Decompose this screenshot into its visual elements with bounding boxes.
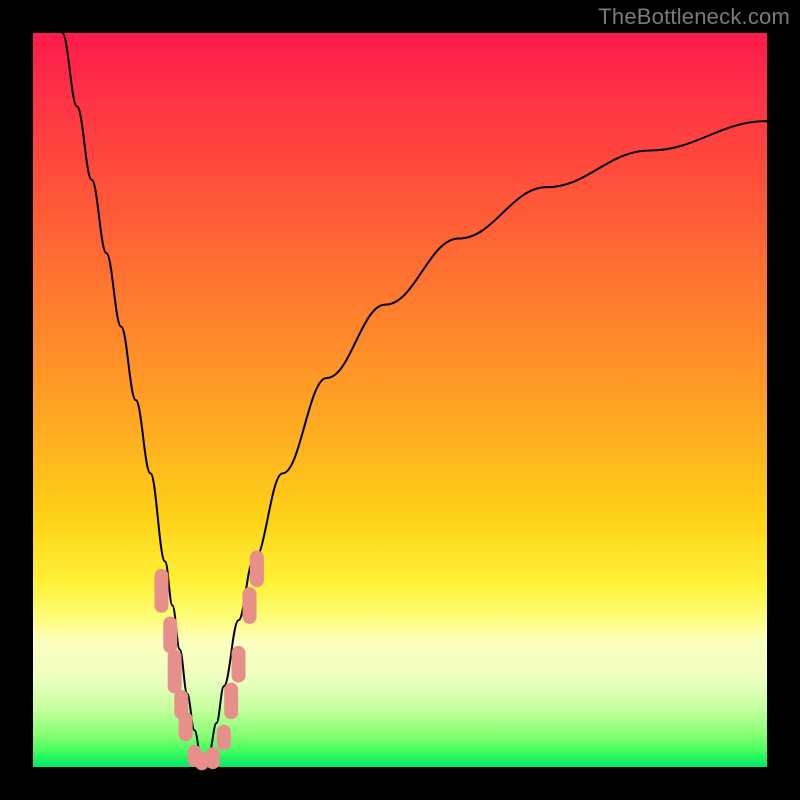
curve-marker: [154, 569, 168, 613]
watermark-text: TheBottleneck.com: [598, 4, 790, 30]
curve-marker: [232, 646, 246, 683]
chart-frame: TheBottleneck.com: [0, 0, 800, 800]
chart-svg: [33, 33, 767, 767]
curve-marker: [168, 650, 182, 694]
curve-marker: [224, 683, 238, 720]
curve-marker: [243, 587, 257, 624]
curve-marker: [250, 550, 264, 587]
plot-area: [33, 33, 767, 767]
curve-marker: [179, 712, 193, 741]
curve-marker: [163, 617, 177, 654]
curve-marker: [206, 747, 220, 769]
curve-marker: [217, 725, 231, 751]
